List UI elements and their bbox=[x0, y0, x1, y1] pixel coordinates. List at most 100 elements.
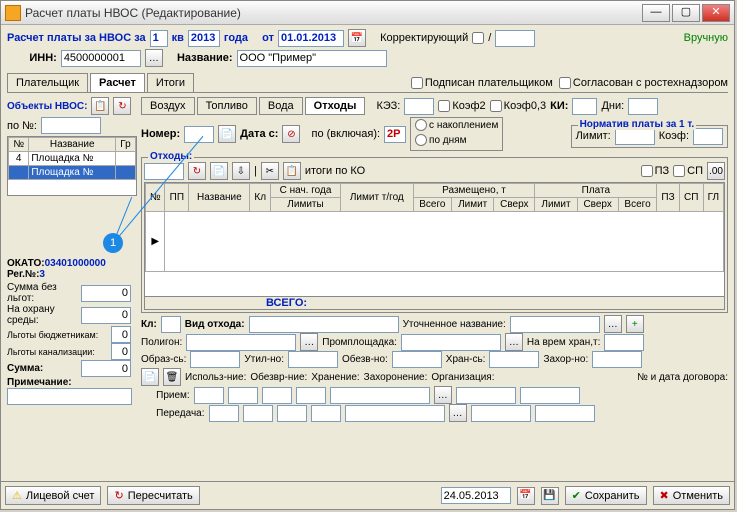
save-button[interactable]: ✔Сохранить bbox=[565, 486, 647, 505]
bydays-radio[interactable] bbox=[415, 134, 427, 146]
col-gr[interactable]: Гр bbox=[116, 138, 136, 152]
date-picker-icon[interactable]: 📅 bbox=[348, 29, 366, 47]
table-row[interactable]: Площадка № bbox=[9, 166, 136, 180]
per-dog-date[interactable] bbox=[535, 405, 595, 422]
inn-lookup-icon[interactable]: … bbox=[145, 49, 163, 67]
koef-input[interactable] bbox=[693, 128, 723, 145]
env-input[interactable] bbox=[81, 307, 131, 324]
corr-num-input[interactable] bbox=[495, 30, 535, 47]
sp-checkbox[interactable] bbox=[673, 165, 685, 177]
prom-input[interactable] bbox=[401, 334, 501, 351]
sum-input[interactable] bbox=[81, 360, 131, 377]
budget-input[interactable] bbox=[111, 326, 131, 343]
accum-radio[interactable] bbox=[415, 119, 427, 131]
hran-input[interactable] bbox=[489, 351, 539, 368]
pz-checkbox[interactable] bbox=[641, 165, 653, 177]
isp-del-icon[interactable]: 🗑 bbox=[163, 368, 181, 386]
obez-input[interactable] bbox=[392, 351, 442, 368]
table-row[interactable]: ▶ bbox=[146, 212, 724, 272]
zahor-input[interactable] bbox=[592, 351, 642, 368]
footer-date-picker-icon[interactable]: 📅 bbox=[517, 487, 535, 505]
priem-4[interactable] bbox=[296, 387, 326, 404]
vid-lookup-icon[interactable]: … bbox=[604, 315, 622, 333]
tab-calc[interactable]: Расчет bbox=[90, 73, 145, 92]
subtab-water[interactable]: Вода bbox=[259, 97, 303, 115]
objects-grid[interactable]: № Название Гр 4 Площадка № Площадка № bbox=[8, 137, 136, 180]
paste-icon[interactable]: 📋 bbox=[283, 162, 301, 180]
subtab-air[interactable]: Воздух bbox=[141, 97, 195, 115]
per-org[interactable] bbox=[345, 405, 445, 422]
waste-doc-icon[interactable]: 📄 bbox=[210, 162, 228, 180]
date-input[interactable] bbox=[278, 30, 344, 47]
kl-input[interactable] bbox=[161, 316, 181, 333]
kez-input[interactable] bbox=[404, 98, 434, 115]
priem-dog-date[interactable] bbox=[520, 387, 580, 404]
approved-checkbox[interactable] bbox=[559, 77, 571, 89]
name-input[interactable] bbox=[237, 50, 387, 67]
per-2[interactable] bbox=[243, 405, 273, 422]
waste-export-icon[interactable]: ⇩ bbox=[232, 162, 250, 180]
waste-refresh-icon[interactable]: ↻ bbox=[188, 162, 206, 180]
priem-1[interactable] bbox=[194, 387, 224, 404]
pono-input[interactable] bbox=[41, 117, 101, 134]
isp-icon[interactable]: 📄 bbox=[141, 368, 159, 386]
table-row[interactable]: 4 Площадка № bbox=[9, 152, 136, 166]
per-4[interactable] bbox=[311, 405, 341, 422]
date-from-icon[interactable]: ⊘ bbox=[282, 125, 300, 143]
note-input[interactable] bbox=[7, 388, 132, 405]
limit-input[interactable] bbox=[615, 128, 655, 145]
koef03-checkbox[interactable] bbox=[490, 100, 502, 112]
footer-save-disk-icon[interactable]: 💾 bbox=[541, 487, 559, 505]
col-no[interactable]: № bbox=[9, 138, 29, 152]
priem-lookup-icon[interactable]: … bbox=[434, 386, 452, 404]
year-input[interactable] bbox=[188, 30, 220, 47]
sum-no-disc-input[interactable] bbox=[81, 285, 131, 302]
signed-checkbox[interactable] bbox=[411, 77, 423, 89]
util-input[interactable] bbox=[288, 351, 338, 368]
account-button[interactable]: ⚠Лицевой счет bbox=[5, 486, 101, 505]
decimals-icon[interactable]: .00 bbox=[707, 162, 725, 180]
add-icon[interactable]: + bbox=[626, 315, 644, 333]
utoch-input[interactable] bbox=[510, 316, 600, 333]
quarter-input[interactable] bbox=[150, 30, 168, 47]
per-dog-no[interactable] bbox=[471, 405, 531, 422]
close-button[interactable]: ✕ bbox=[702, 4, 730, 22]
dni-input[interactable] bbox=[628, 98, 658, 115]
tab-totals[interactable]: Итоги bbox=[147, 73, 194, 92]
koef2-checkbox[interactable] bbox=[438, 100, 450, 112]
vid-input[interactable] bbox=[249, 316, 399, 333]
per-lookup-icon[interactable]: … bbox=[449, 404, 467, 422]
priem-2[interactable] bbox=[228, 387, 258, 404]
maximize-button[interactable]: ▢ bbox=[672, 4, 700, 22]
obraz-input[interactable] bbox=[190, 351, 240, 368]
nomer-icon[interactable]: 📄 bbox=[218, 125, 236, 143]
priem-3[interactable] bbox=[262, 387, 292, 404]
cancel-button[interactable]: ✖Отменить bbox=[653, 486, 730, 505]
sewer-input[interactable] bbox=[111, 343, 131, 360]
waste-grid[interactable]: № ПП Название Кл С нач. года Лимит т/год… bbox=[144, 182, 725, 297]
obj-list-icon[interactable]: 📋 bbox=[91, 97, 109, 115]
obj-refresh-icon[interactable]: ↻ bbox=[113, 97, 131, 115]
col-name[interactable]: Название bbox=[29, 138, 116, 152]
priem-dog-no[interactable] bbox=[456, 387, 516, 404]
per-1[interactable] bbox=[209, 405, 239, 422]
navrem-input[interactable] bbox=[604, 334, 644, 351]
prom-lookup-icon[interactable]: … bbox=[505, 333, 523, 351]
tab-payer[interactable]: Плательщик bbox=[7, 73, 88, 92]
inn-input[interactable] bbox=[61, 50, 141, 67]
priem-org[interactable] bbox=[330, 387, 430, 404]
cut-icon[interactable]: ✂ bbox=[261, 162, 279, 180]
minimize-button[interactable]: — bbox=[642, 4, 670, 22]
poligon-lookup-icon[interactable]: … bbox=[300, 333, 318, 351]
subtab-fuel[interactable]: Топливо bbox=[197, 97, 257, 115]
footer-date-input[interactable] bbox=[441, 487, 511, 504]
per-3[interactable] bbox=[277, 405, 307, 422]
corr-checkbox[interactable] bbox=[472, 32, 484, 44]
manual-link[interactable]: Вручную bbox=[684, 32, 728, 44]
poligon-input[interactable] bbox=[186, 334, 296, 351]
povkl-input[interactable] bbox=[384, 126, 406, 143]
recalc-button[interactable]: ↻Пересчитать bbox=[107, 486, 199, 505]
bydays-label: по дням bbox=[429, 135, 466, 146]
subtab-waste[interactable]: Отходы bbox=[305, 97, 366, 115]
ki-input[interactable] bbox=[572, 98, 597, 115]
